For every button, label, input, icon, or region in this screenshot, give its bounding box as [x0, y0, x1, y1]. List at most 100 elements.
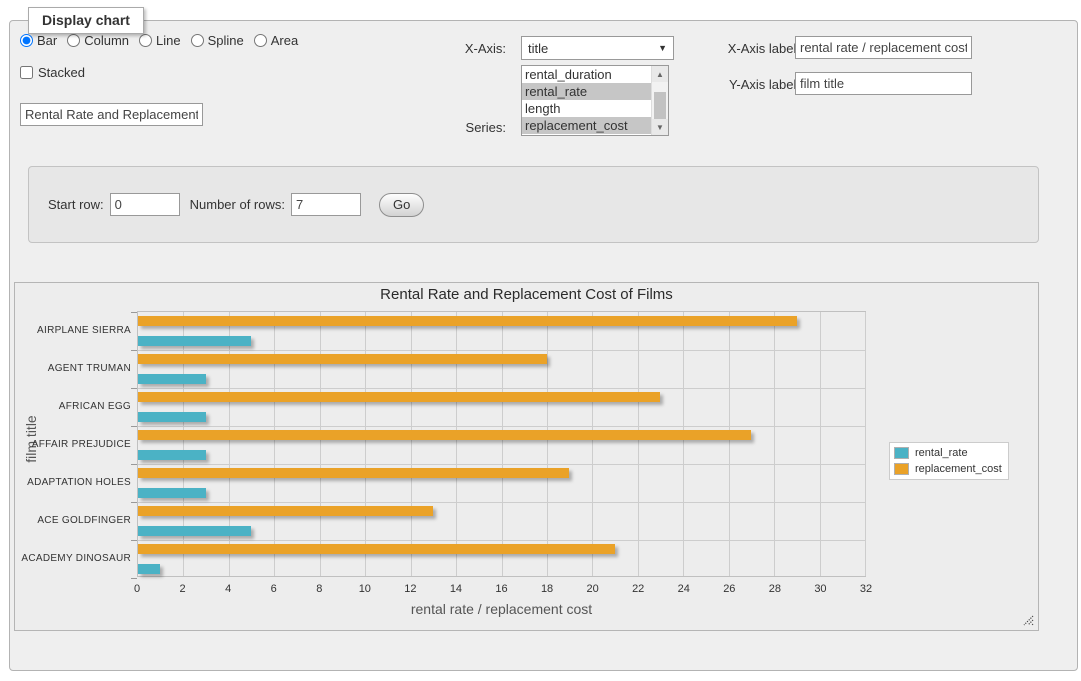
x-axis-label: X-Axis: — [416, 41, 506, 56]
chart-container: Rental Rate and Replacement Cost of Film… — [14, 282, 1039, 631]
series-option-replacement_cost[interactable]: replacement_cost — [522, 117, 651, 134]
bar-group-affair-prejudice — [138, 426, 865, 464]
bar-group-ace-goldfinger — [138, 502, 865, 540]
num-rows-input[interactable] — [291, 193, 361, 216]
x-tick-label: 22 — [632, 583, 644, 595]
page: Display chart Bar Column Line Spline Area St… — [0, 0, 1081, 681]
bar-rental_rate[interactable] — [138, 564, 160, 574]
y-axis-tick — [131, 540, 137, 541]
bar-replacement_cost[interactable] — [138, 354, 547, 364]
x-tick-label: 18 — [541, 583, 553, 595]
chart-type-option-spline[interactable]: Spline — [191, 33, 244, 48]
x-axis-selected-value: title — [528, 41, 548, 56]
y-axis-tick — [131, 388, 137, 389]
bar-group-agent-truman — [138, 350, 865, 388]
stacked-checkbox[interactable] — [20, 66, 33, 79]
chart-type-option-line[interactable]: Line — [139, 33, 181, 48]
start-row-label: Start row: — [48, 197, 104, 212]
gridline — [865, 312, 866, 576]
bar-rental_rate[interactable] — [138, 526, 251, 536]
y-axis-label-input[interactable] — [795, 72, 972, 95]
chart-x-axis-title: rental rate / replacement cost — [137, 601, 866, 617]
resize-handle-icon[interactable] — [1023, 615, 1034, 626]
x-tick-label: 14 — [450, 583, 462, 595]
bar-rental_rate[interactable] — [138, 374, 206, 384]
start-row-input[interactable] — [110, 193, 180, 216]
x-tick-label: 0 — [134, 583, 140, 595]
scroll-down-icon[interactable]: ▼ — [652, 119, 668, 135]
bar-group-adaptation-holes — [138, 464, 865, 502]
chart-x-ticks: 02468101214161820222426283032 — [137, 583, 866, 597]
num-rows-label: Number of rows: — [190, 197, 285, 212]
x-tick-label: 4 — [225, 583, 231, 595]
series-option-rental_duration[interactable]: rental_duration — [522, 66, 651, 83]
chart-type-radio-area[interactable] — [254, 34, 267, 47]
y-axis-tick — [131, 464, 137, 465]
legend-label: replacement_cost — [915, 463, 1002, 475]
chart-type-option-bar[interactable]: Bar — [20, 33, 57, 48]
category-label: AFFAIR PREJUDICE — [15, 425, 131, 463]
x-tick-label: 32 — [860, 583, 872, 595]
chart-type-radios: Bar Column Line Spline Area — [20, 33, 304, 48]
bar-rental_rate[interactable] — [138, 488, 206, 498]
chart-type-radio-label: Column — [84, 33, 129, 48]
chart-legend: rental_rate replacement_cost — [889, 442, 1009, 480]
x-axis-label-input[interactable] — [795, 36, 972, 59]
legend-entry-replacement_cost: replacement_cost — [894, 463, 1002, 475]
series-listbox[interactable]: rental_durationrental_ratelengthreplacem… — [521, 65, 669, 136]
chart-title-input[interactable] — [20, 103, 203, 126]
bar-group-african-egg — [138, 388, 865, 426]
x-tick-label: 28 — [769, 583, 781, 595]
category-label: ACE GOLDFINGER — [15, 501, 131, 539]
chart-type-radio-column[interactable] — [67, 34, 80, 47]
bar-replacement_cost[interactable] — [138, 316, 797, 326]
bar-replacement_cost[interactable] — [138, 468, 569, 478]
plot-area — [137, 311, 866, 577]
bar-replacement_cost[interactable] — [138, 544, 615, 554]
bar-replacement_cost[interactable] — [138, 430, 751, 440]
chart-type-radio-label: Spline — [208, 33, 244, 48]
chart-type-radio-bar[interactable] — [20, 34, 33, 47]
chart-type-option-area[interactable]: Area — [254, 33, 298, 48]
x-tick-label: 6 — [271, 583, 277, 595]
chart-type-radio-label: Bar — [37, 33, 57, 48]
chart-title: Rental Rate and Replacement Cost of Film… — [15, 286, 1038, 303]
category-label: AFRICAN EGG — [15, 387, 131, 425]
scrollbar-thumb[interactable] — [654, 92, 666, 119]
bar-group-airplane-sierra — [138, 312, 865, 350]
bar-replacement_cost[interactable] — [138, 506, 433, 516]
chart-category-labels: AIRPLANE SIERRAAGENT TRUMANAFRICAN EGGAF… — [15, 311, 131, 577]
legend-label: rental_rate — [915, 447, 968, 459]
x-tick-label: 24 — [678, 583, 690, 595]
y-axis-tick — [131, 578, 137, 579]
bar-rental_rate[interactable] — [138, 412, 206, 422]
chart-type-radio-line[interactable] — [139, 34, 152, 47]
x-axis-label-field-label: X-Axis label: — [640, 41, 800, 56]
legend-swatch-replacement_cost — [894, 463, 909, 475]
x-tick-label: 2 — [180, 583, 186, 595]
chart-type-radio-spline[interactable] — [191, 34, 204, 47]
category-label: ACADEMY DINOSAUR — [15, 539, 131, 577]
go-button[interactable]: Go — [379, 193, 424, 217]
panel-title: Display chart — [28, 7, 144, 34]
chart-type-radio-label: Area — [271, 33, 298, 48]
bar-group-academy-dinosaur — [138, 540, 865, 578]
x-tick-label: 16 — [495, 583, 507, 595]
bar-replacement_cost[interactable] — [138, 392, 660, 402]
bar-rental_rate[interactable] — [138, 450, 206, 460]
category-label: ADAPTATION HOLES — [15, 463, 131, 501]
series-option-length[interactable]: length — [522, 100, 651, 117]
rows-panel: Start row: Number of rows: Go — [28, 166, 1039, 243]
legend-swatch-rental_rate — [894, 447, 909, 459]
chart-type-option-column[interactable]: Column — [67, 33, 129, 48]
y-axis-tick — [131, 312, 137, 313]
chart-type-radio-label: Line — [156, 33, 181, 48]
y-axis-label-field-label: Y-Axis label: — [640, 77, 800, 92]
x-tick-label: 30 — [814, 583, 826, 595]
y-axis-tick — [131, 426, 137, 427]
category-label: AGENT TRUMAN — [15, 349, 131, 387]
x-tick-label: 12 — [404, 583, 416, 595]
bar-rental_rate[interactable] — [138, 336, 251, 346]
series-option-rental_rate[interactable]: rental_rate — [522, 83, 651, 100]
x-tick-label: 26 — [723, 583, 735, 595]
